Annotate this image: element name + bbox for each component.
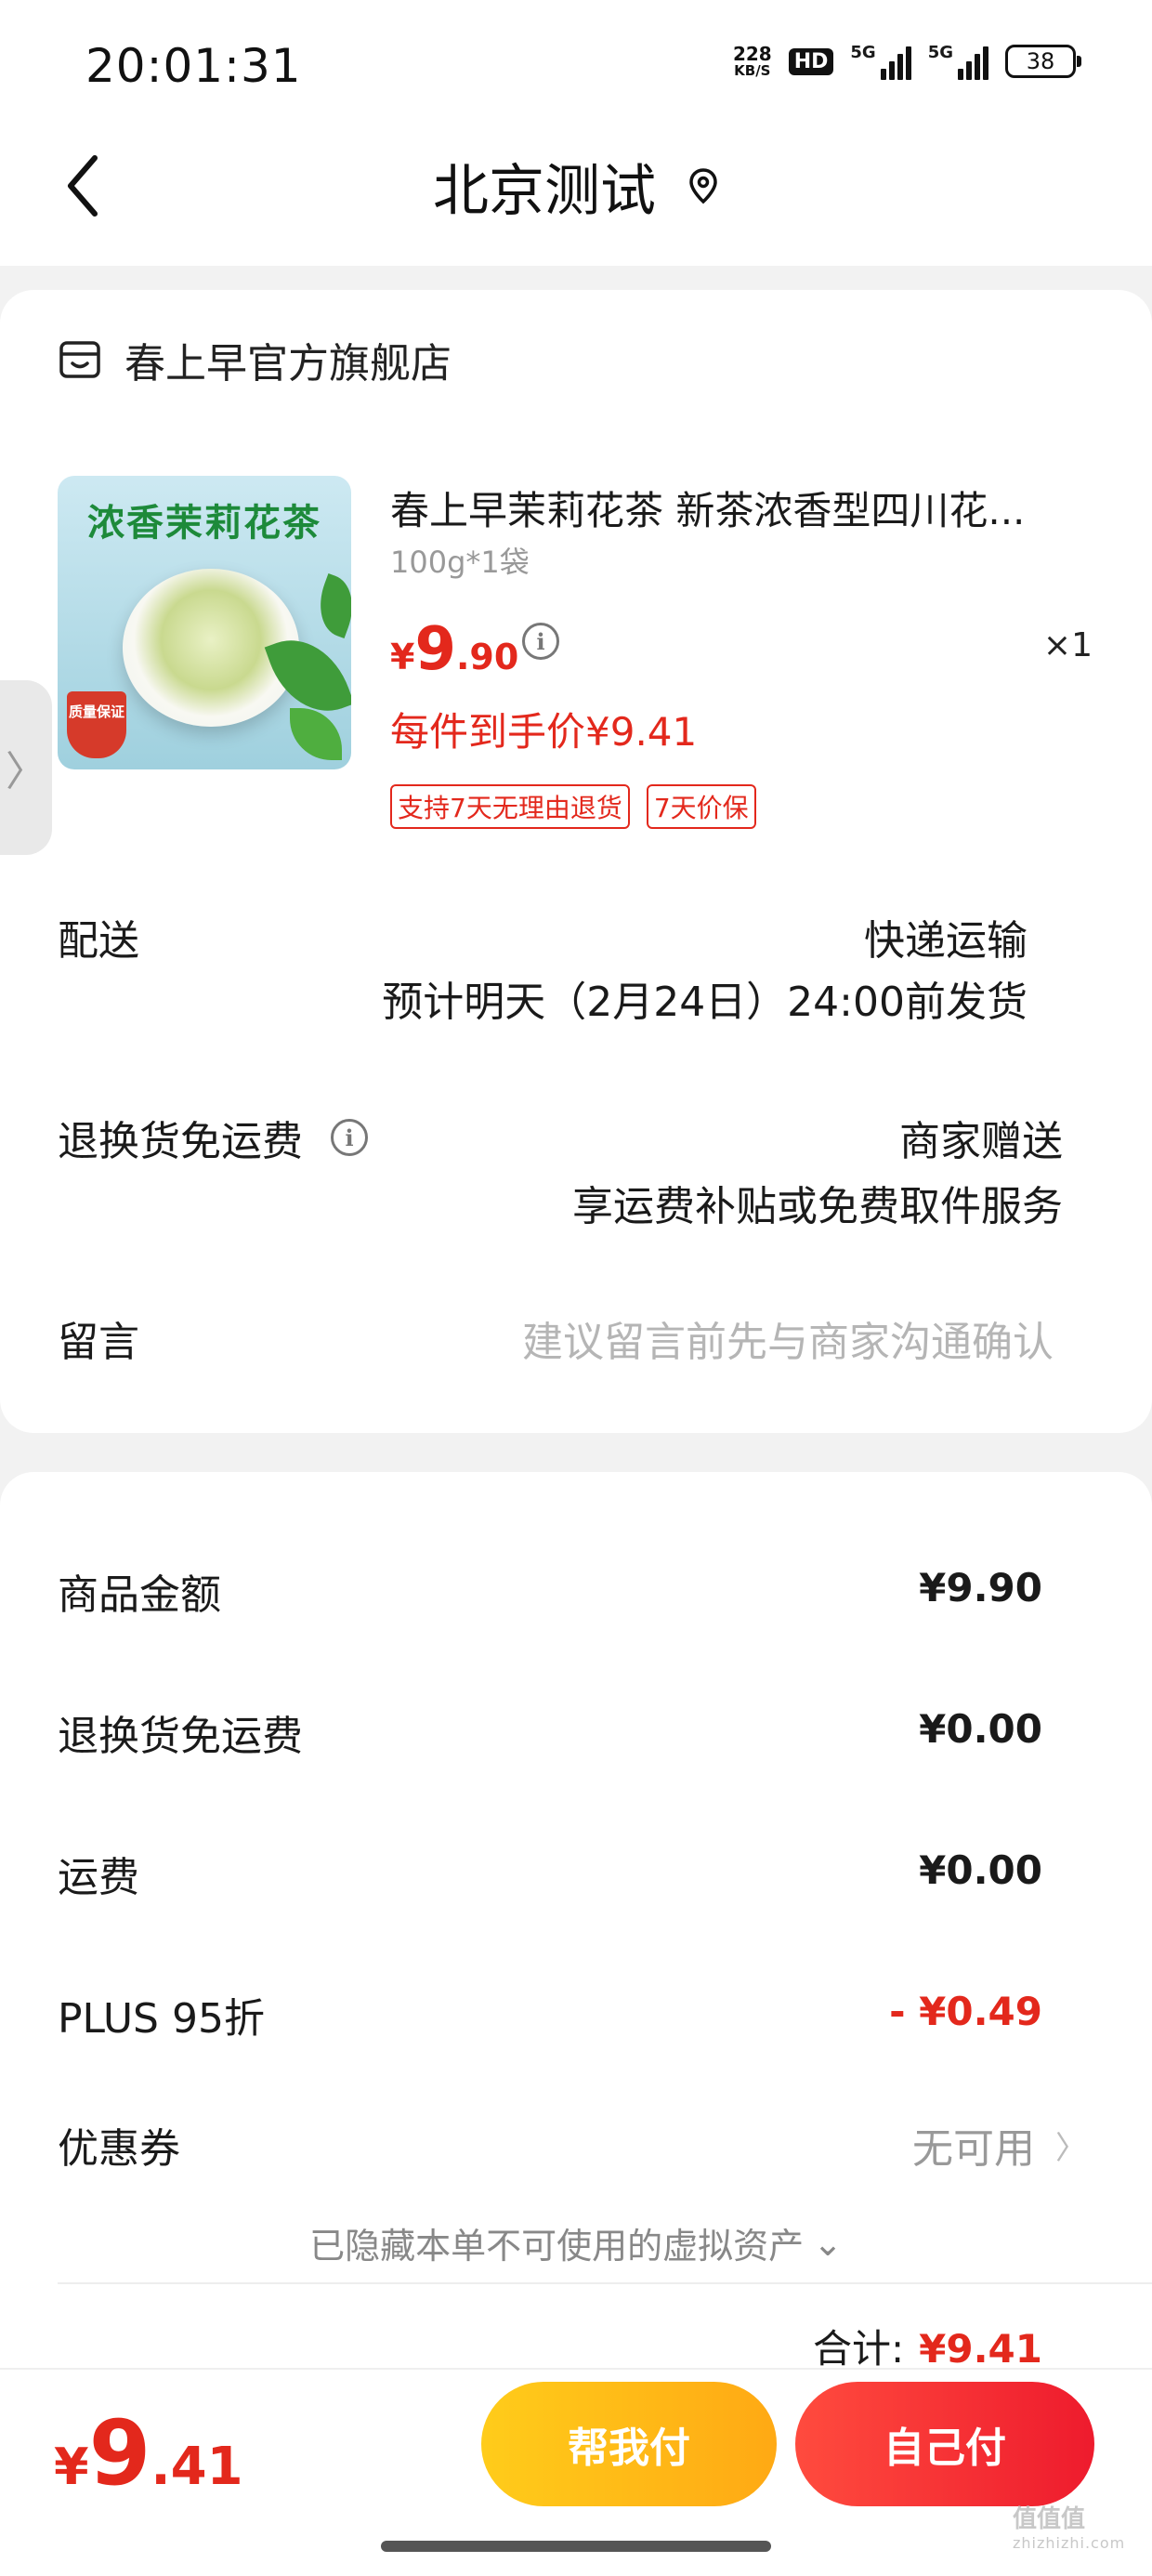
summary-total: 合计: ¥9.41 — [813, 2318, 1042, 2374]
service-tag: 7天价保 — [646, 784, 756, 829]
network-speed-value: 228 — [732, 43, 772, 65]
total-label: 合计: — [812, 2326, 905, 2372]
price-decimal: .90 — [455, 637, 519, 677]
battery-icon: 38 — [1005, 45, 1081, 78]
bottom-total-price: ¥ 9 .41 — [54, 2401, 243, 2505]
product-price: ¥ 9 .90 — [390, 615, 518, 684]
coupon-value: 无可用 — [912, 2125, 1035, 2173]
unit-price: 每件到手价¥9.41 — [390, 709, 698, 755]
summary-row-value: ¥9.90 — [919, 1565, 1042, 1610]
delivery-eta: 预计明天（2月24日）24:00前发货 — [382, 979, 1028, 1026]
title-bar: 北京测试 — [0, 149, 1152, 224]
return-shipping-desc: 享运费补贴或免费取件服务 — [572, 1183, 1063, 1230]
product-image-text: 浓香茉莉花茶 — [87, 502, 321, 545]
price-integer: 9 — [414, 615, 456, 684]
service-tags: 支持7天无理由退货 7天价保 — [390, 784, 756, 829]
info-icon[interactable]: i — [522, 623, 559, 660]
status-icons: 228 KB/S HD 5G 5G 38 — [733, 43, 1081, 80]
location-pin-icon[interactable] — [687, 167, 719, 204]
divider — [58, 2282, 1152, 2284]
product-quantity: ×1 — [1042, 626, 1093, 664]
bottom-total-decimal: .41 — [151, 2437, 243, 2497]
message-input[interactable]: 建议留言前先与商家沟通确认 — [522, 1308, 1054, 1368]
watermark-subtext: zhizhizhi.com — [1013, 2534, 1126, 2552]
summary-row-label: 退换货免运费 — [58, 1713, 303, 1760]
product-spec: 100g*1袋 — [390, 545, 530, 580]
summary-row-value: ¥0.00 — [919, 1847, 1042, 1893]
order-card — [0, 290, 1152, 1433]
network-speed: 228 KB/S — [733, 45, 772, 78]
watermark-text: 值值值 — [1013, 2505, 1086, 2533]
side-drawer-tab[interactable]: 〉 — [0, 680, 52, 855]
status-time: 20:01:31 — [85, 39, 302, 93]
coupon-label: 优惠券 — [58, 2125, 180, 2173]
hidden-assets-toggle[interactable]: 已隐藏本单不可使用的虚拟资产 ⌄ — [0, 2217, 1152, 2268]
delivery-label: 配送 — [58, 917, 139, 965]
bottom-total-currency: ¥ — [54, 2438, 89, 2496]
product-image[interactable]: 浓香茉莉花茶 质量保证 — [58, 476, 351, 769]
delivery-method[interactable]: 快递运输 — [864, 907, 1028, 966]
product-title[interactable]: 春上早茉莉花茶 新茶浓香型四川花... — [390, 480, 1096, 536]
signal-label-2: 5G — [927, 43, 953, 62]
signal-label: 5G — [850, 43, 876, 62]
home-indicator[interactable] — [381, 2541, 771, 2552]
hidden-assets-text: 已隐藏本单不可使用的虚拟资产 — [309, 2226, 805, 2267]
page-title: 北京测试 — [433, 158, 656, 224]
help-pay-button[interactable]: 帮我付 — [481, 2382, 777, 2506]
store-icon — [59, 341, 100, 378]
price-currency: ¥ — [390, 637, 415, 677]
store-row[interactable]: 春上早官方旗舰店 — [58, 330, 452, 389]
watermark: 值值值 zhizhizhi.com — [1013, 2500, 1125, 2552]
chevron-right-icon: 〉 — [1055, 2129, 1087, 2167]
self-pay-button[interactable]: 自己付 — [795, 2382, 1094, 2506]
return-shipping-value: 商家赠送 — [899, 1118, 1063, 1165]
chevron-down-icon: ⌄ — [813, 2222, 843, 2264]
service-tag: 支持7天无理由退货 — [390, 784, 630, 829]
message-label: 留言 — [58, 1319, 139, 1366]
signal-icon-2: 5G — [928, 43, 988, 80]
plus-discount-value: - ¥0.49 — [889, 1989, 1042, 2034]
bottom-total-integer: 9 — [88, 2401, 151, 2505]
hd-icon: HD — [788, 47, 834, 75]
leaf — [290, 708, 342, 760]
store-name: 春上早官方旗舰店 — [124, 340, 452, 388]
info-icon[interactable]: i — [331, 1119, 368, 1156]
network-speed-unit: KB/S — [734, 62, 771, 79]
summary-row-label: PLUS 95折 — [58, 1995, 265, 2043]
quality-badge: 质量保证 — [67, 691, 126, 758]
summary-row-label: 运费 — [58, 1854, 139, 1901]
leaf — [308, 572, 351, 639]
signal-icon: 5G — [850, 43, 911, 80]
return-shipping-label: 退换货免运费 — [58, 1118, 303, 1165]
return-shipping-row: 退换货免运费 i — [58, 1108, 368, 1167]
total-value: ¥9.41 — [919, 2326, 1042, 2372]
summary-row-value: ¥0.00 — [919, 1706, 1042, 1752]
coupon-selector[interactable]: 无可用 〉 — [912, 2115, 1087, 2175]
summary-row-label: 商品金额 — [58, 1571, 221, 1619]
